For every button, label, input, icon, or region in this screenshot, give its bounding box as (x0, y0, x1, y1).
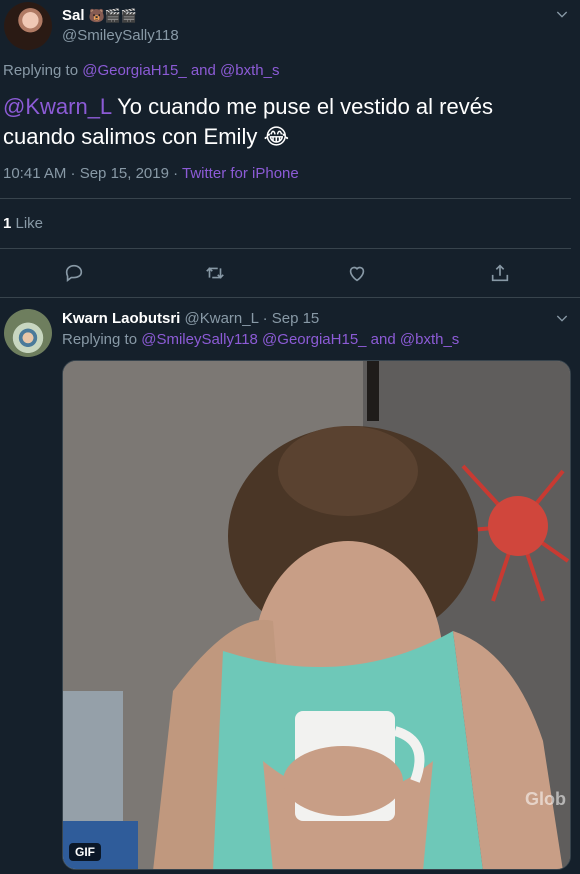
watermark: Glob (525, 789, 566, 809)
username[interactable]: @SmileySally118 (62, 27, 179, 44)
tears-of-joy-emoji: 😂 (263, 124, 290, 149)
tweet-text: @Kwarn_L Yo cuando me puse el vestido al… (3, 92, 563, 152)
gif-media[interactable]: Glob GIF (62, 360, 571, 870)
display-name-text[interactable]: Sal (62, 7, 85, 24)
replying-prefix: Replying to (3, 62, 83, 79)
divider (0, 297, 580, 298)
share-icon[interactable] (489, 262, 511, 284)
replying-prefix: Replying to (62, 331, 142, 348)
reply-display-name[interactable]: Kwarn Laobutsri (62, 310, 180, 327)
gif-badge: GIF (69, 843, 101, 861)
divider (0, 248, 571, 249)
replying-and: and (186, 62, 221, 79)
chevron-down-icon[interactable] (554, 6, 570, 22)
timestamp[interactable]: 10:41 AM · Sep 15, 2019 · (3, 165, 182, 182)
avatar[interactable] (4, 2, 52, 50)
reply-handle-date[interactable]: @Kwarn_L · Sep 15 (180, 310, 320, 327)
timestamp-line: 10:41 AM · Sep 15, 2019 · Twitter for iP… (3, 165, 299, 182)
replying-user-georgia[interactable]: @GeorgiaH15_ (82, 62, 186, 79)
main-tweet: Sal 🐻🎬🎬 @SmileySally118 Replying to @Geor… (0, 0, 580, 298)
tweet-thread-page: Sal 🐻🎬🎬 @SmileySally118 Replying to @Geor… (0, 0, 580, 874)
replying-user-smileysally[interactable]: @SmileySally118 (141, 331, 258, 348)
heart-icon[interactable] (346, 262, 368, 284)
source-link[interactable]: Twitter for iPhone (182, 165, 299, 182)
replying-to-line: Replying to @GeorgiaH15_ and @bxth_s (3, 62, 279, 79)
replying-user-bxth[interactable]: @bxth_s (400, 331, 459, 348)
chevron-down-icon[interactable] (554, 310, 570, 326)
reply-replying-to-line: Replying to @SmileySally118 @GeorgiaH15_… (62, 331, 459, 348)
mention-kwarn[interactable]: @Kwarn_L (3, 94, 111, 119)
replying-user-bxth[interactable]: @bxth_s (220, 62, 279, 79)
name-emojis: 🐻🎬🎬 (88, 8, 138, 23)
display-name[interactable]: Sal 🐻🎬🎬 (62, 7, 137, 24)
replying-and: and (366, 331, 400, 348)
divider (0, 198, 571, 199)
like-count[interactable]: 1 Like (3, 215, 43, 232)
reply-header: Kwarn Laobutsri @Kwarn_L · Sep 15 (62, 310, 319, 327)
reply-avatar[interactable] (4, 309, 52, 357)
gif-frame (63, 361, 570, 869)
reply-icon[interactable] (63, 262, 85, 284)
retweet-icon[interactable] (204, 262, 226, 284)
replying-user-georgia[interactable]: @GeorgiaH15_ (258, 331, 366, 348)
like-count-label: Like (11, 215, 44, 232)
